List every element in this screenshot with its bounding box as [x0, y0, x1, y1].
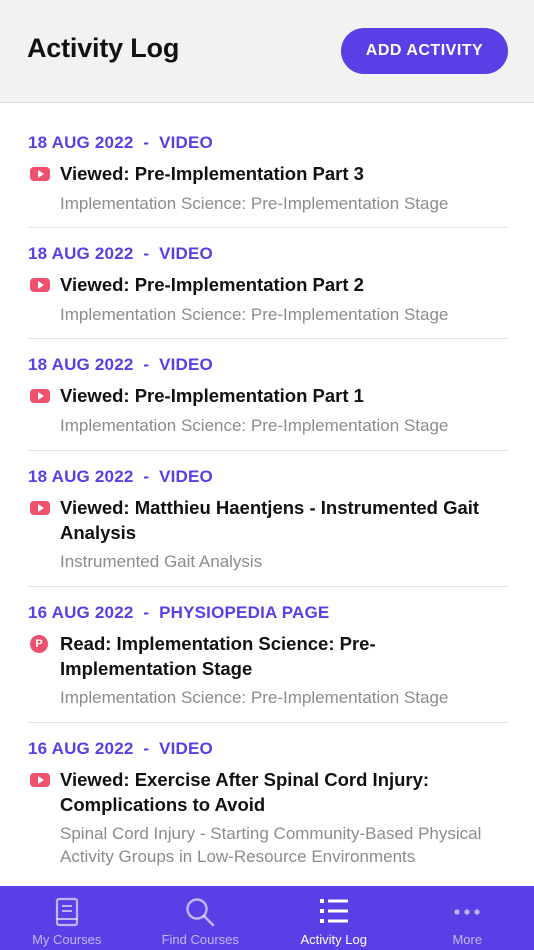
activity-title: Viewed: Exercise After Spinal Cord Injur… — [60, 769, 430, 815]
physiopedia-icon: P — [30, 635, 48, 653]
tab-label: My Courses — [32, 932, 102, 947]
tab-label: Activity Log — [300, 932, 367, 947]
activity-title: Viewed: Pre-Implementation Part 3 — [60, 163, 364, 184]
activity-title: Read: Implementation Science: Pre-Implem… — [60, 633, 376, 679]
activity-course: Implementation Science: Pre-Implementati… — [60, 194, 449, 213]
activity-meta: 18 AUG 2022 - VIDEO — [28, 244, 213, 263]
tab-find-courses[interactable]: Find Courses — [134, 886, 268, 950]
tab-activity-log[interactable]: Activity Log — [267, 886, 401, 950]
app-header: Activity Log ADD ACTIVITY — [0, 0, 534, 103]
search-icon — [186, 898, 215, 927]
activity-title: Viewed: Pre-Implementation Part 1 — [60, 385, 364, 406]
tab-more[interactable]: More — [401, 886, 534, 950]
video-icon — [30, 501, 50, 515]
activity-meta: 18 AUG 2022 - VIDEO — [28, 355, 213, 374]
activity-item[interactable]: 16 AUG 2022 - VIDEO Viewed: Exercise Aft… — [28, 723, 508, 886]
video-icon — [30, 389, 50, 403]
activity-item[interactable]: 18 AUG 2022 - VIDEO Viewed: Pre-Implemen… — [28, 228, 508, 339]
activity-item[interactable]: 18 AUG 2022 - VIDEO Viewed: Matthieu Hae… — [28, 451, 508, 587]
activity-meta: 18 AUG 2022 - VIDEO — [28, 467, 213, 486]
more-dots-icon — [454, 909, 480, 915]
activity-meta: 16 AUG 2022 - PHYSIOPEDIA PAGE — [28, 603, 330, 622]
list-icon — [319, 899, 348, 923]
activity-item[interactable]: 18 AUG 2022 - VIDEO Viewed: Pre-Implemen… — [28, 339, 508, 451]
bottom-tab-bar: My Courses Find Courses Activity Log Mor… — [0, 886, 534, 950]
activity-item[interactable]: 18 AUG 2022 - VIDEO Viewed: Pre-Implemen… — [28, 103, 508, 228]
activity-course: Implementation Science: Pre-Implementati… — [60, 305, 449, 324]
video-icon — [30, 773, 50, 787]
tab-my-courses[interactable]: My Courses — [0, 886, 134, 950]
activity-item[interactable]: 16 AUG 2022 - PHYSIOPEDIA PAGE P Read: I… — [28, 587, 508, 723]
activity-meta: 16 AUG 2022 - VIDEO — [28, 739, 213, 758]
activity-title: Viewed: Matthieu Haentjens - Instrumente… — [60, 497, 480, 543]
activity-meta: 18 AUG 2022 - VIDEO — [28, 133, 213, 152]
add-activity-button[interactable]: ADD ACTIVITY — [341, 28, 508, 74]
activity-course: Implementation Science: Pre-Implementati… — [60, 688, 449, 707]
activity-course: Instrumented Gait Analysis — [60, 552, 263, 571]
activity-title: Viewed: Pre-Implementation Part 2 — [60, 274, 364, 295]
page-title: Activity Log — [27, 33, 180, 63]
activity-course: Implementation Science: Pre-Implementati… — [60, 416, 449, 435]
book-icon — [55, 897, 78, 927]
tab-label: Find Courses — [161, 932, 239, 947]
activity-course: Spinal Cord Injury - Starting Community-… — [60, 824, 482, 866]
activity-list[interactable]: 18 AUG 2022 - VIDEO Viewed: Pre-Implemen… — [0, 103, 534, 886]
video-icon — [30, 278, 50, 292]
video-icon — [30, 167, 50, 181]
tab-label: More — [452, 932, 483, 947]
